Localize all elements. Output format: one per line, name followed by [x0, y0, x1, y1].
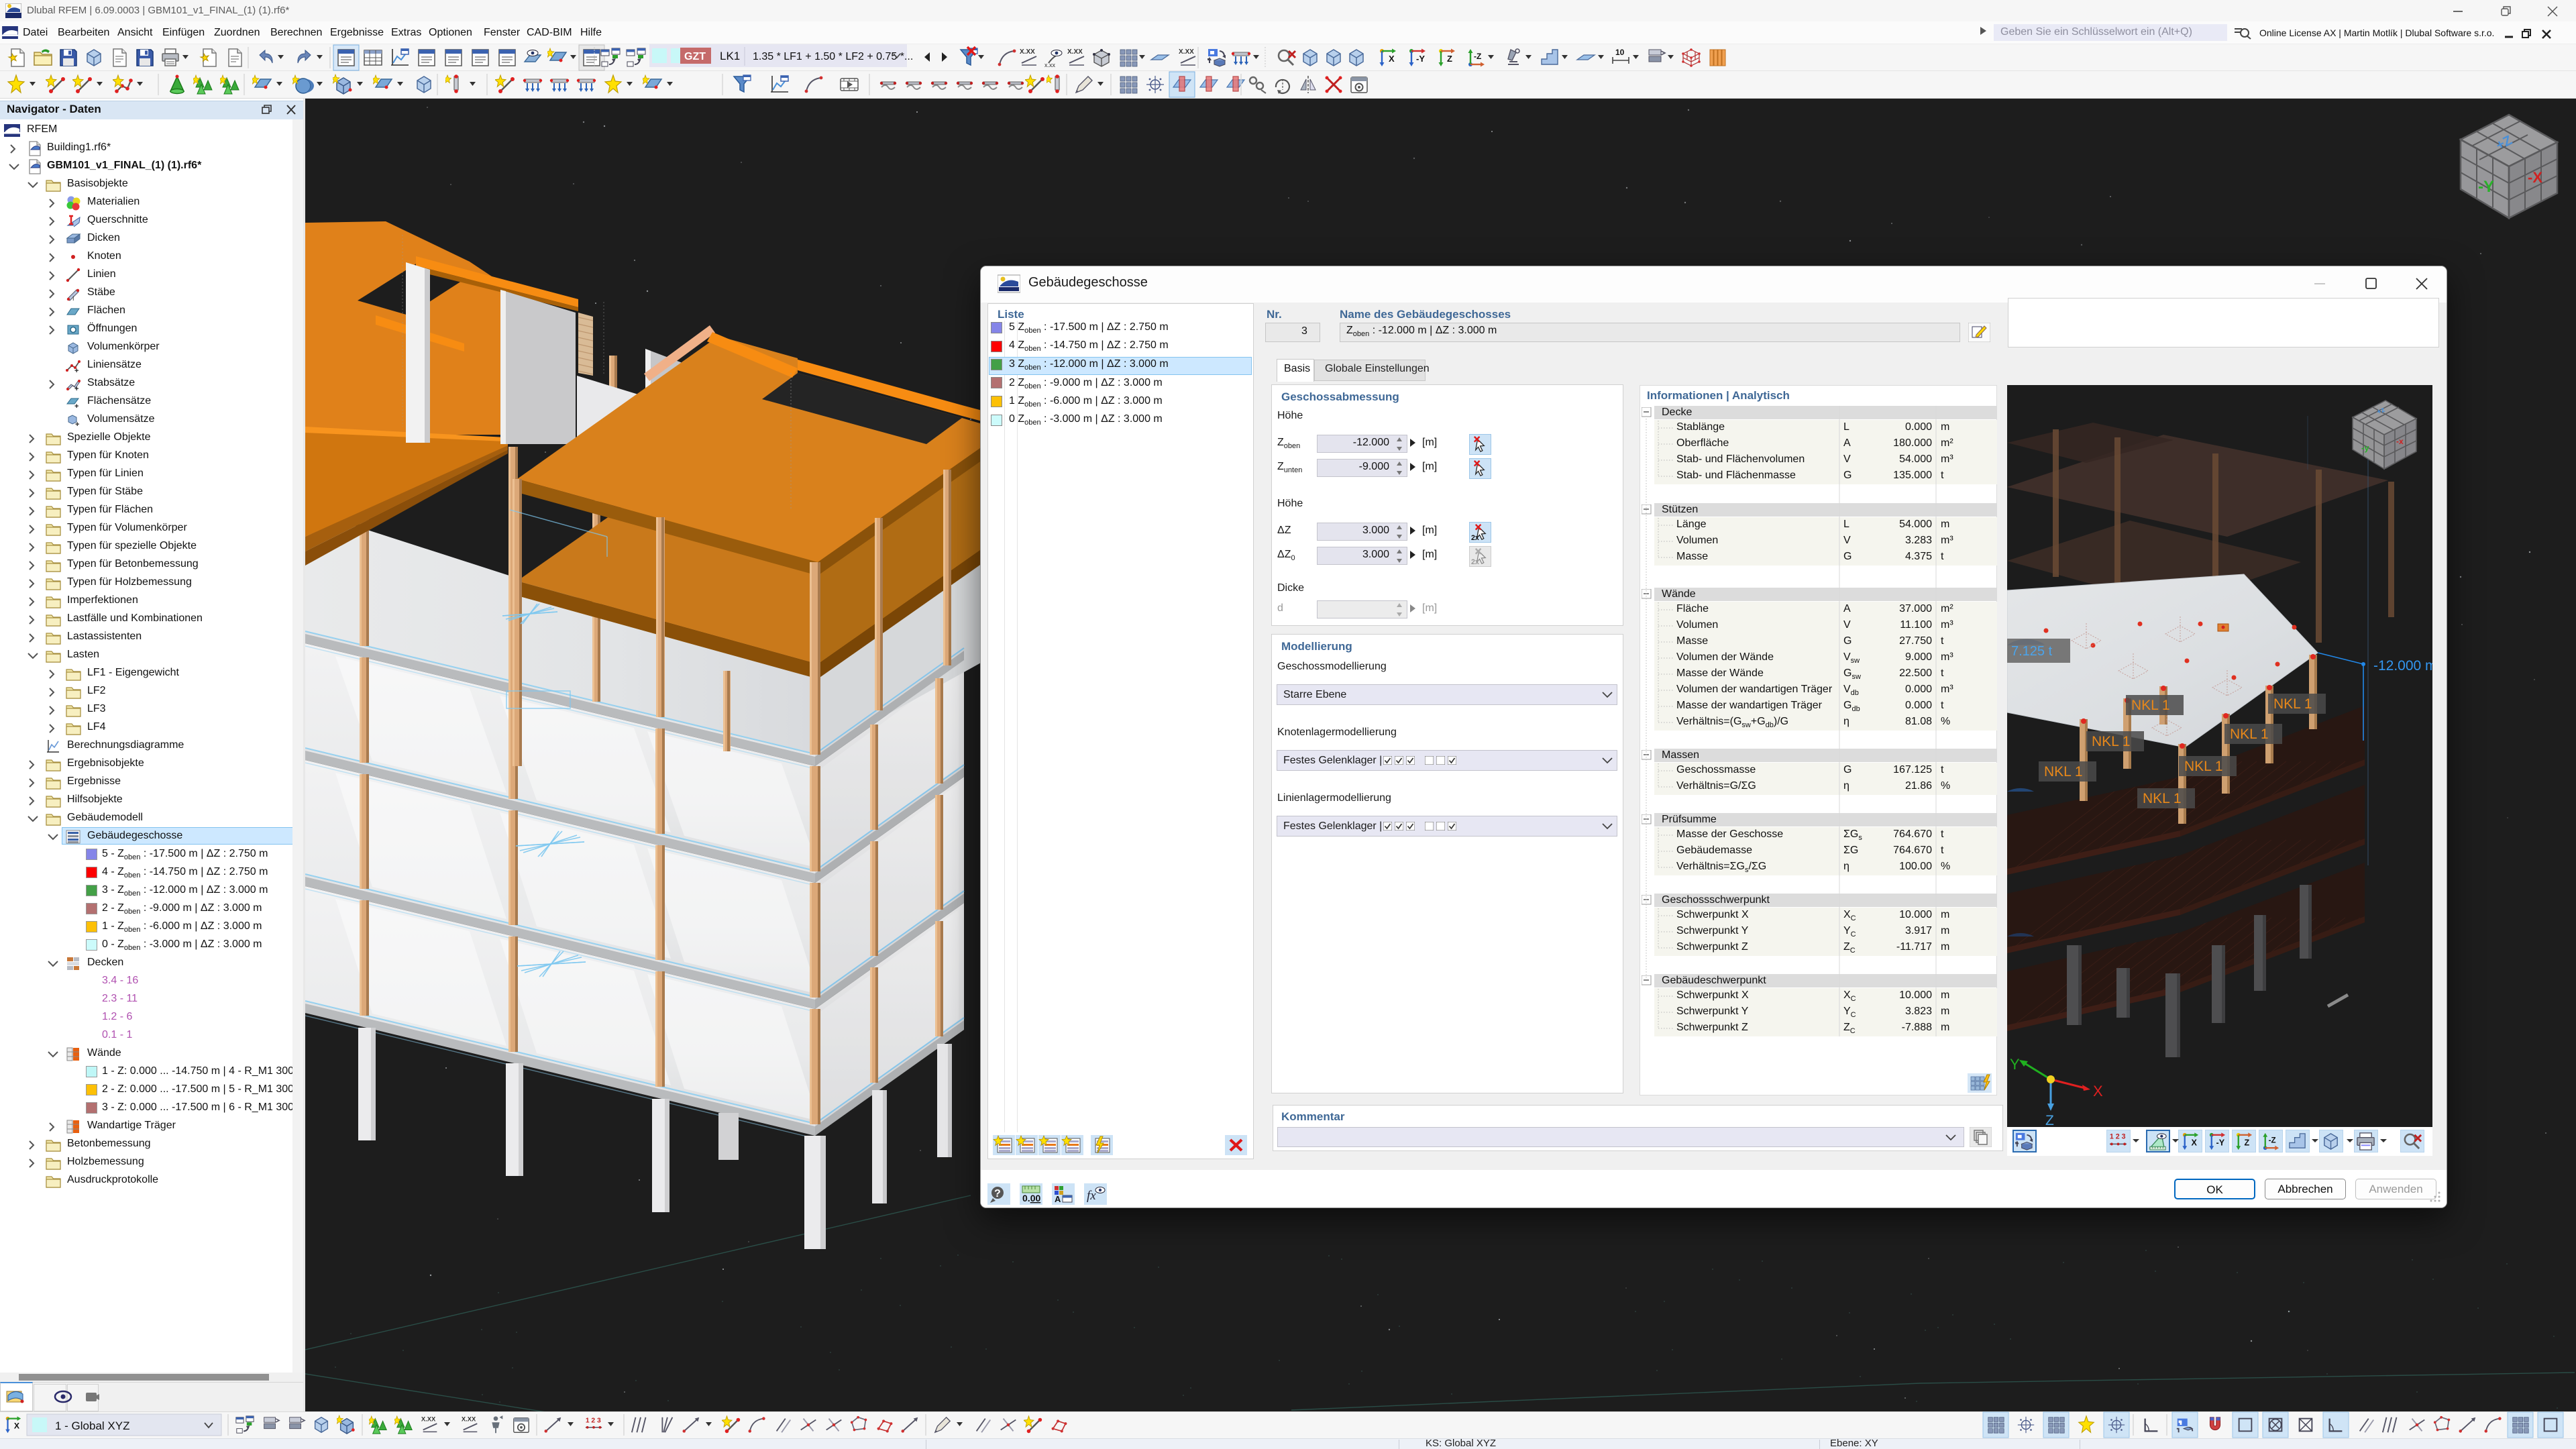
- svg-text:1 - Global XYZ: 1 - Global XYZ: [55, 1419, 130, 1432]
- svg-text:?: ?: [994, 1188, 1001, 1199]
- svg-text:fx: fx: [1087, 1189, 1096, 1203]
- svg-text:A: A: [1055, 1194, 1061, 1204]
- svg-text:NKL 1: NKL 1: [2092, 734, 2131, 749]
- svg-text:-12.000 m: -12.000 m: [2373, 658, 2432, 674]
- svg-text:NKL 1: NKL 1: [2044, 764, 2083, 780]
- svg-text:Y: Y: [2010, 1056, 2020, 1073]
- svg-text:NKL 1: NKL 1: [2131, 698, 2170, 713]
- svg-text:NKL 1: NKL 1: [2230, 727, 2269, 742]
- svg-text:-x: -x: [2396, 437, 2404, 446]
- svg-text:0.00: 0.00: [1022, 1193, 1040, 1203]
- svg-text:NKL 1: NKL 1: [2184, 759, 2223, 774]
- svg-text:NKL 1: NKL 1: [2143, 791, 2182, 806]
- svg-text:Z: Z: [2045, 1113, 2054, 1127]
- svg-text:-y: -y: [2361, 443, 2369, 453]
- svg-text:7.125 t: 7.125 t: [2011, 644, 2053, 659]
- svg-text:X: X: [2093, 1083, 2103, 1099]
- svg-text:NKL 1: NKL 1: [2273, 696, 2312, 712]
